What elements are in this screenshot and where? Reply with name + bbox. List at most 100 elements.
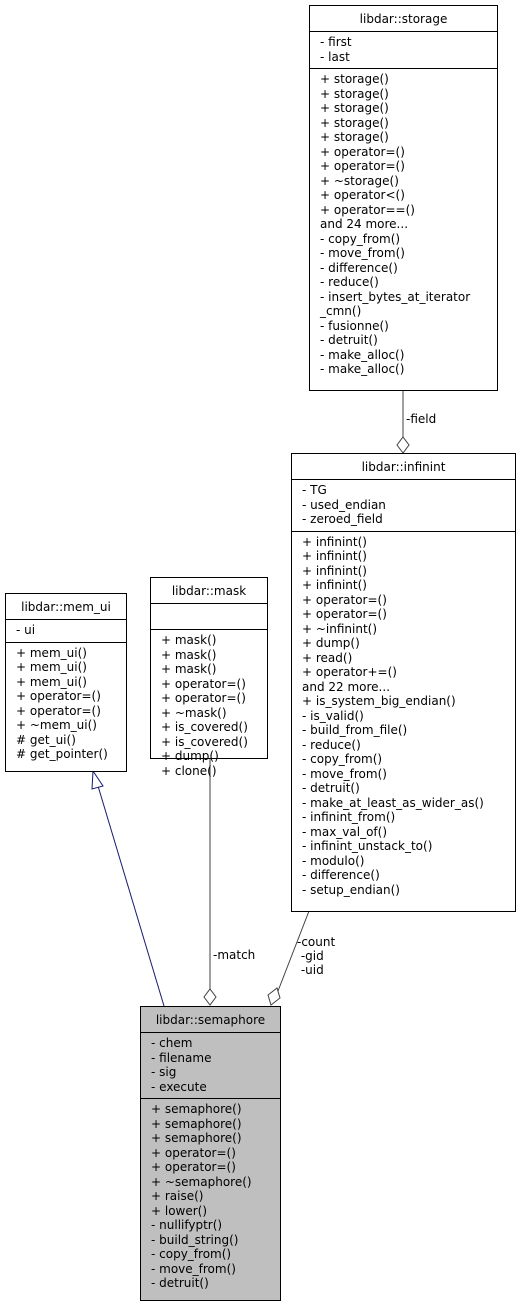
member-function: + clone() — [161, 763, 217, 778]
member-function: - max_val_of() — [302, 824, 388, 839]
member-function: + semaphore() — [151, 1116, 242, 1131]
member-function: - copy_from() — [320, 231, 401, 246]
class-title: libdar::infinint — [292, 454, 515, 480]
member-function: - detruit() — [320, 333, 378, 347]
member-function: - difference() — [320, 260, 398, 275]
class-infinint[interactable]: libdar::infinint - TG - used_endian - zero… — [291, 453, 516, 912]
member-function: # get_ui() — [16, 732, 76, 747]
methods-section: + semaphore() + semaphore() + semaphore() +… — [141, 1099, 280, 1295]
member-function: + ~storage() — [320, 173, 399, 188]
member-function: + infinint() — [302, 534, 367, 549]
aggregation-diamond-icon — [203, 988, 217, 1006]
member-function: + storage() — [320, 72, 389, 86]
class-mem-ui[interactable]: libdar::mem_ui - ui + mem_ui() + mem_ui()… — [5, 593, 127, 772]
member-function: + semaphore() — [151, 1131, 242, 1145]
class-title: libdar::semaphore — [141, 1007, 280, 1033]
member-function: + mem_ui() — [16, 660, 87, 674]
member-function: + operator=() — [320, 159, 405, 173]
aggregation-diamond-icon — [396, 436, 410, 454]
member-function: # get_pointer() — [16, 747, 108, 761]
member-item: - used_endian — [302, 497, 386, 512]
member-function: + operator=() — [16, 689, 101, 703]
member-item: - first — [320, 35, 352, 49]
member-function: - reduce() — [302, 737, 361, 752]
member-function: - move_from() — [302, 766, 387, 781]
class-storage[interactable]: libdar::storage - first - last + storage(… — [309, 5, 498, 391]
member-function: + infinint() — [302, 563, 367, 578]
attributes-section: - ui — [6, 620, 126, 643]
attributes-section: - chem - filename - sig - execute — [141, 1033, 280, 1099]
member-function: + operator<() — [320, 188, 405, 202]
methods-section: + storage() + storage() + storage() + stora… — [310, 69, 497, 381]
member-item: - insert_bytes_at_iterator — [320, 289, 471, 304]
member-function: + operator=() — [161, 676, 246, 691]
methods-section: + mem_ui() + mem_ui() + mem_ui() + operator… — [6, 643, 126, 766]
member-function: - detruit() — [302, 781, 360, 795]
attributes-section: - TG - used_endian - zeroed_field — [292, 480, 515, 532]
member-item: - TG — [302, 483, 327, 497]
member-function: + is_covered() — [161, 734, 248, 749]
member-function: + ~semaphore() — [151, 1174, 252, 1189]
member-item: - filename — [151, 1050, 212, 1065]
member-function: + operator=() — [16, 703, 101, 718]
member-function: + storage() — [320, 130, 389, 144]
member-function: + read() — [302, 650, 353, 665]
inheritance-arrow-icon — [91, 769, 104, 790]
member-function: - move_from() — [320, 246, 405, 260]
methods-section: + infinint() + infinint() + infinint() + in… — [292, 532, 515, 902]
member-function: - make_at_least_as_wider_as() — [302, 795, 484, 810]
member-function: + mask() — [161, 662, 217, 676]
member-function: + storage() — [320, 115, 389, 130]
attributes-section — [151, 604, 267, 630]
member-function: + ~mem_ui() — [16, 718, 97, 732]
member-item: - execute — [151, 1079, 207, 1094]
member-function: - nullifyptr() — [151, 1218, 223, 1232]
class-semaphore[interactable]: libdar::semaphore - chem - filename - sig -… — [140, 1006, 281, 1301]
member-function: + operator==() — [320, 202, 415, 217]
edge-mask-semaphore — [203, 758, 217, 1006]
member-function: + mem_ui() — [16, 645, 87, 660]
member-item: - sig — [151, 1065, 177, 1079]
edge-label-match: -match — [213, 948, 256, 962]
edge-label-field: -field — [406, 412, 437, 426]
member-function: - fusionne() — [320, 318, 389, 333]
member-function: + infinint() — [302, 549, 367, 563]
member-item: - last — [320, 49, 350, 64]
member-function: - build_from_file() — [302, 723, 408, 737]
more-members-note: and 24 more... — [320, 217, 409, 231]
member-function: + storage() — [320, 86, 389, 101]
member-function: + storage() — [320, 101, 389, 115]
member-function: + operator+=() — [302, 665, 397, 679]
member-function: - infinint_unstack_to() — [302, 839, 433, 853]
class-title: libdar::mask — [151, 578, 267, 604]
member-function: + dump() — [161, 749, 219, 763]
member-function: - infinint_from() — [302, 810, 396, 824]
member-function: - make_alloc() — [320, 362, 405, 376]
member-function: - setup_endian() — [302, 882, 400, 897]
member-function: _cmn() — [320, 304, 362, 318]
member-function: + semaphore() — [151, 1102, 242, 1116]
member-item: - chem — [151, 1036, 193, 1050]
attributes-section: - first - last — [310, 32, 497, 69]
member-function: + operator=() — [302, 592, 387, 607]
member-function: + operator=() — [151, 1145, 236, 1160]
member-function: + operator=() — [161, 691, 246, 705]
member-item: - ui — [16, 623, 36, 637]
member-function: + ~infinint() — [302, 621, 378, 636]
aggregation-diamond-icon — [267, 987, 281, 1006]
class-mask[interactable]: libdar::mask + mask() + mask() + mask() + o… — [150, 577, 268, 778]
member-function: + raise() — [151, 1189, 204, 1203]
class-title: libdar::storage — [310, 6, 497, 32]
member-function: + is_covered() — [161, 720, 248, 734]
member-function: - build_string() — [151, 1232, 239, 1247]
member-function: + dump() — [302, 636, 360, 650]
methods-section: + mask() + mask() + mask() + operator=() + o… — [151, 630, 267, 782]
member-function: - difference() — [302, 868, 380, 882]
member-function: + lower() — [151, 1203, 208, 1218]
member-function: + mask() — [161, 647, 217, 662]
member-function: + mem_ui() — [16, 674, 87, 689]
member-function: - copy_from() — [151, 1247, 232, 1261]
member-function: + operator=() — [320, 144, 405, 159]
member-function: - is_valid() — [302, 708, 364, 723]
member-function: + operator=() — [151, 1160, 236, 1174]
